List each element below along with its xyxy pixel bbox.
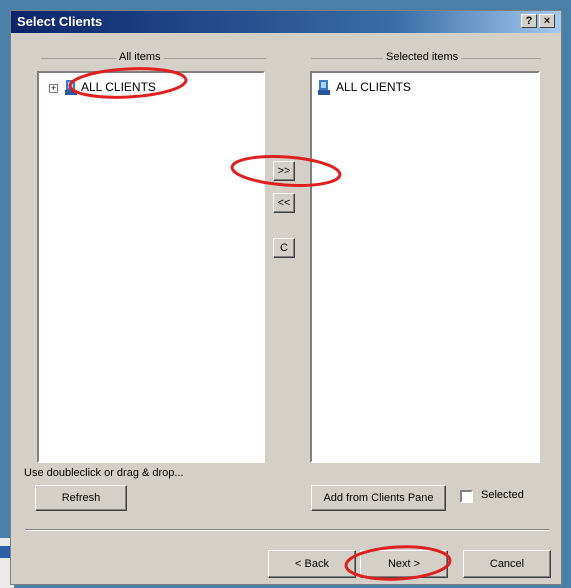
add-from-clients-pane-button[interactable]: Add from Clients Pane: [311, 485, 446, 511]
cancel-button[interactable]: Cancel: [463, 550, 551, 578]
add-selected-button[interactable]: >>: [273, 161, 295, 181]
title-bar: Select Clients ? ×: [11, 11, 561, 33]
selected-checkbox[interactable]: [460, 490, 473, 503]
clear-selection-button[interactable]: C: [273, 238, 295, 258]
selected-checkbox-label: Selected: [481, 489, 524, 501]
tree-item-all-clients[interactable]: + ALL CLIENTS: [47, 79, 247, 97]
refresh-button[interactable]: Refresh: [35, 485, 127, 511]
tree-item-label: ALL CLIENTS: [81, 80, 156, 94]
help-button[interactable]: ?: [521, 14, 537, 28]
usage-hint: Use doubleclick or drag & drop...: [24, 467, 184, 479]
selected-items-list[interactable]: ALL CLIENTS: [310, 71, 540, 463]
selected-items-label: Selected items: [383, 51, 462, 63]
footer-separator: [25, 529, 549, 531]
expand-icon[interactable]: +: [49, 84, 58, 93]
back-button[interactable]: < Back: [268, 550, 356, 578]
next-button[interactable]: Next >: [360, 550, 448, 578]
select-clients-dialog: Select Clients ? × All items + ALL CLIEN…: [10, 10, 562, 585]
window-title: Select Clients: [17, 14, 103, 29]
all-items-label: All items: [116, 51, 164, 63]
client-group-icon: [65, 80, 77, 95]
all-items-list[interactable]: + ALL CLIENTS: [37, 71, 265, 463]
client-group-icon: [318, 80, 330, 95]
close-button[interactable]: ×: [539, 14, 555, 28]
tree-item-all-clients[interactable]: ALL CLIENTS: [318, 79, 518, 97]
remove-selected-button[interactable]: <<: [273, 193, 295, 213]
tree-item-label: ALL CLIENTS: [336, 80, 411, 94]
